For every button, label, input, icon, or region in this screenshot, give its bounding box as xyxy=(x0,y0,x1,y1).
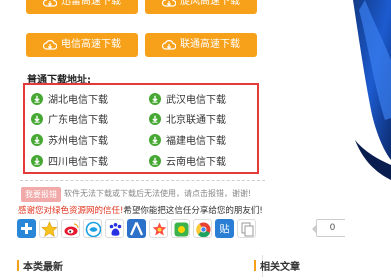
baidu-icon[interactable] xyxy=(105,219,124,238)
douban-icon[interactable] xyxy=(171,219,190,238)
download-link-hubei[interactable]: 湖北电信下载 xyxy=(31,91,108,106)
thanks-dark-text: 希望你能把这信任分享给您的朋友们! xyxy=(123,206,263,216)
green-download-icon xyxy=(149,154,161,167)
link-label: 北京联通下载 xyxy=(166,115,226,126)
green-download-icon xyxy=(31,112,43,125)
download-link-yunnan[interactable]: 云南电信下载 xyxy=(149,153,226,168)
button-label: 旋风高速下载 xyxy=(180,0,240,7)
download-link-suzhou[interactable]: 苏州电信下载 xyxy=(31,132,108,147)
download-links-box: 湖北电信下载 武汉电信下载 广东电信下载 北京联通下载 苏州电信下载 福建电信下… xyxy=(23,83,259,174)
recent-heading: 本类最新 xyxy=(17,258,63,273)
green-download-icon xyxy=(149,112,161,125)
qq-zone-icon[interactable] xyxy=(83,219,102,238)
tieba-icon[interactable]: 贴 xyxy=(215,219,234,238)
recent-heading-label: 本类最新 xyxy=(23,262,63,273)
thunder-download-button[interactable]: 迅雷高速下载 xyxy=(26,0,138,14)
thanks-red-text: 感谢您对绿色资源网的信任! xyxy=(18,206,124,216)
heading-bar xyxy=(17,260,19,271)
download-link-wuhan[interactable]: 武汉电信下载 xyxy=(149,91,226,106)
green-download-icon xyxy=(31,133,43,146)
banner-artwork xyxy=(345,0,391,277)
button-label: 电信高速下载 xyxy=(61,39,121,50)
divider xyxy=(20,180,265,181)
cloud-download-icon xyxy=(43,0,57,7)
download-panel: 迅雷高速下载 旋风高速下载 电信高速下载 联通高速下载 普通下载地址: 湖北电信… xyxy=(0,0,349,277)
button-label: 迅雷高速下载 xyxy=(61,0,121,7)
download-link-sichuan[interactable]: 四川电信下载 xyxy=(31,153,108,168)
whirlwind-download-button[interactable]: 旋风高速下载 xyxy=(145,0,257,14)
weibo-icon[interactable] xyxy=(61,219,80,238)
report-error-button[interactable]: 我要报错 xyxy=(21,187,61,202)
copy-icon[interactable] xyxy=(237,219,256,238)
chrome-icon[interactable] xyxy=(193,219,212,238)
report-note: 软件无法下载或下载后无法使用，请点击报错，谢谢! xyxy=(64,189,252,198)
link-label: 湖北电信下载 xyxy=(48,95,108,106)
people-icon[interactable] xyxy=(127,219,146,238)
green-download-icon xyxy=(31,92,43,105)
star-badge-icon[interactable] xyxy=(149,219,168,238)
link-label: 广东电信下载 xyxy=(48,115,108,126)
button-label: 联通高速下载 xyxy=(180,39,240,50)
green-download-icon xyxy=(149,92,161,105)
unicom-download-button[interactable]: 联通高速下载 xyxy=(145,33,257,57)
link-label: 福建电信下载 xyxy=(166,136,226,147)
green-download-icon xyxy=(149,133,161,146)
green-download-icon xyxy=(31,154,43,167)
plus-icon[interactable] xyxy=(17,219,36,238)
download-link-fujian[interactable]: 福建电信下载 xyxy=(149,132,226,147)
link-label: 四川电信下载 xyxy=(48,157,108,168)
related-heading: 相关文章 xyxy=(254,258,300,273)
cloud-download-icon xyxy=(43,40,57,50)
cloud-download-icon xyxy=(162,0,176,7)
star-icon[interactable] xyxy=(39,219,58,238)
thanks-message: 感谢您对绿色资源网的信任!希望你能把这信任分享给您的朋友们! xyxy=(18,204,263,216)
telecom-download-button[interactable]: 电信高速下载 xyxy=(26,33,138,57)
link-label: 云南电信下载 xyxy=(166,157,226,168)
link-label: 苏州电信下载 xyxy=(48,136,108,147)
side-banner-image xyxy=(345,0,391,277)
download-link-beijing[interactable]: 北京联通下载 xyxy=(149,111,226,126)
related-heading-label: 相关文章 xyxy=(260,262,300,273)
download-link-guangdong[interactable]: 广东电信下载 xyxy=(31,111,108,126)
tieba-label: 贴 xyxy=(220,223,230,236)
cloud-download-icon xyxy=(162,40,176,50)
link-label: 武汉电信下载 xyxy=(166,95,226,106)
heading-bar xyxy=(254,260,256,271)
